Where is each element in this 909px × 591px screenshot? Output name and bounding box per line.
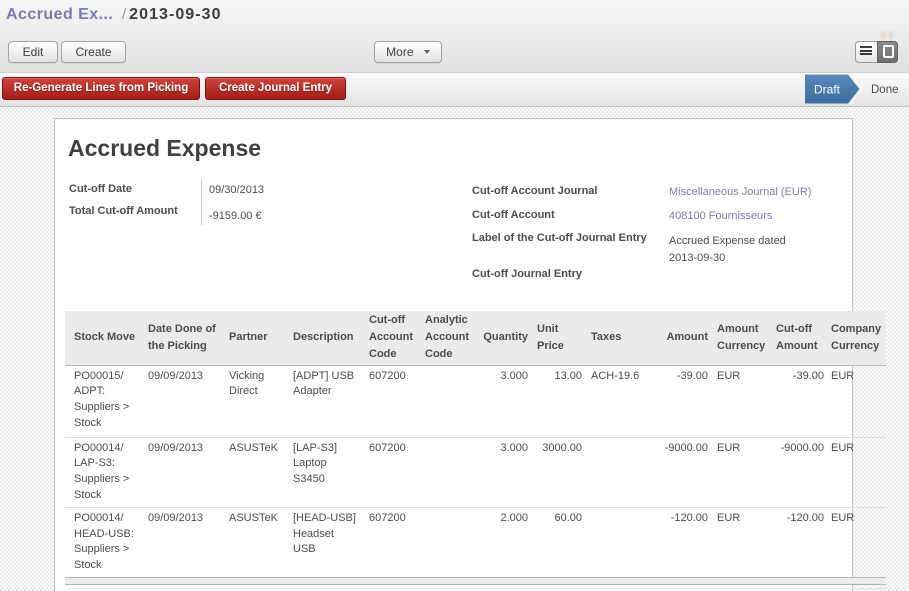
svg-text:Draft: Draft [814, 83, 841, 97]
